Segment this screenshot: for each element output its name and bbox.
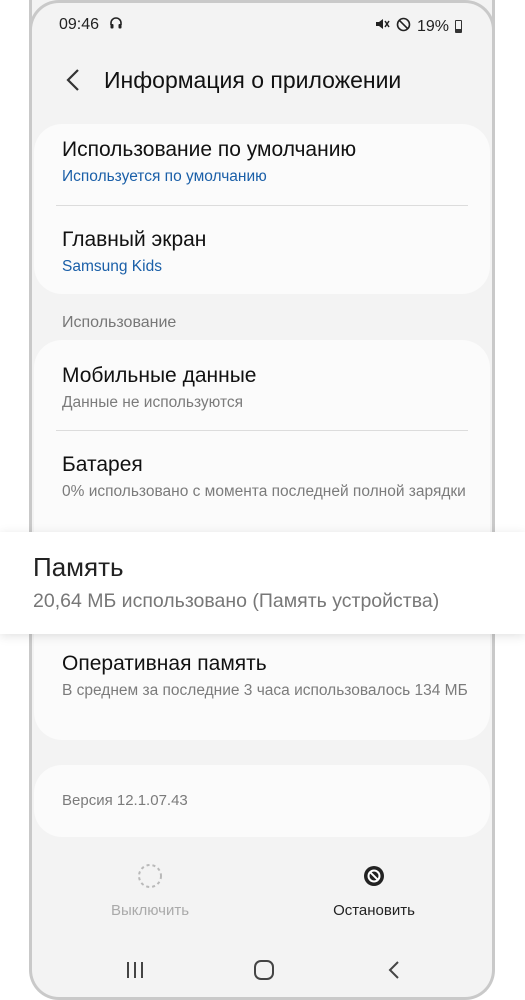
battery-item[interactable]: Батарея 0% использовано с момента послед… bbox=[62, 453, 470, 501]
status-bar: 09:46 19% bbox=[32, 12, 492, 40]
divider bbox=[56, 430, 468, 431]
disable-button[interactable]: Выключить bbox=[60, 862, 240, 919]
navigation-bar bbox=[32, 950, 492, 990]
item-subtitle: 0% использовано с момента последней полн… bbox=[62, 483, 466, 500]
divider bbox=[56, 205, 468, 206]
disable-label: Выключить bbox=[110, 902, 190, 919]
item-title: Главный экран bbox=[62, 228, 207, 251]
stop-icon bbox=[360, 862, 388, 890]
storage-title: Память bbox=[33, 552, 124, 582]
defaults-card: Использование по умолчанию Используется … bbox=[34, 124, 490, 294]
item-subtitle: Используется по умолчанию bbox=[62, 168, 267, 185]
version-text: Версия 12.1.07.43 bbox=[62, 792, 188, 809]
item-subtitle: Данные не используются bbox=[62, 394, 244, 411]
item-title: Оперативная память bbox=[62, 652, 267, 675]
storage-item[interactable]: Память 20,64 МБ использовано (Память уст… bbox=[0, 532, 525, 634]
battery-icon bbox=[455, 20, 462, 33]
mobile-data-item[interactable]: Мобильные данные Данные не используются bbox=[62, 364, 470, 412]
item-subtitle: В среднем за последние 3 часа использова… bbox=[62, 682, 468, 699]
item-title: Мобильные данные bbox=[62, 364, 257, 387]
back-icon[interactable] bbox=[379, 958, 409, 982]
item-subtitle: Samsung Kids bbox=[62, 258, 162, 275]
storage-subtitle: 20,64 МБ использовано (Память устройства… bbox=[33, 590, 440, 612]
headphones-icon bbox=[109, 16, 123, 33]
disable-icon bbox=[136, 862, 164, 890]
force-stop-label: Остановить bbox=[333, 902, 415, 919]
version-card: Версия 12.1.07.43 bbox=[34, 765, 490, 837]
status-time: 09:46 bbox=[59, 16, 100, 33]
chevron-left-icon[interactable] bbox=[64, 68, 84, 92]
home-screen-item[interactable]: Главный экран Samsung Kids bbox=[62, 228, 470, 276]
item-title: Батарея bbox=[62, 453, 143, 476]
item-title: Использование по умолчанию bbox=[62, 138, 357, 161]
bottom-actions: Выключить Остановить bbox=[32, 862, 492, 932]
phone-frame: 09:46 19% Информация о приложении Исполь… bbox=[29, 0, 495, 1000]
status-right: 19% bbox=[374, 16, 462, 37]
battery-percent: 19% bbox=[416, 17, 449, 35]
do-not-disturb-icon bbox=[396, 17, 411, 37]
app-bar: Информация о приложении bbox=[32, 58, 492, 102]
home-icon[interactable] bbox=[249, 958, 279, 982]
default-usage-item[interactable]: Использование по умолчанию Используется … bbox=[62, 138, 470, 186]
recents-icon[interactable] bbox=[120, 958, 150, 982]
mute-icon bbox=[374, 16, 390, 37]
section-label-usage: Использование bbox=[62, 314, 177, 331]
page-title: Информация о приложении bbox=[104, 67, 402, 93]
ram-item[interactable]: Оперативная память В среднем за последни… bbox=[62, 652, 470, 700]
force-stop-button[interactable]: Остановить bbox=[284, 862, 464, 919]
